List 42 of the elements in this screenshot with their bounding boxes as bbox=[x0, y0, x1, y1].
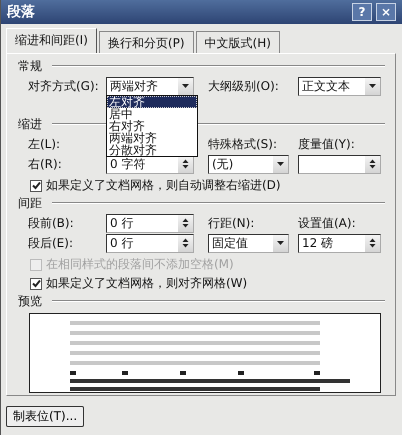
spin-field[interactable]: 0 行 bbox=[106, 214, 194, 232]
dropdown-option[interactable]: 左对齐 bbox=[107, 96, 197, 108]
dropdown-option[interactable]: 两端对齐 bbox=[107, 132, 197, 144]
dropdown-field[interactable]: 固定值 bbox=[208, 234, 289, 252]
close-button[interactable]: × bbox=[376, 3, 396, 21]
spin-arrows-icon[interactable] bbox=[178, 214, 193, 232]
dropdown-field[interactable]: 正文文本 bbox=[298, 76, 381, 96]
tab[interactable]: 换行和分页(P) bbox=[98, 31, 194, 53]
section-title: 预览 bbox=[18, 292, 42, 310]
tab[interactable]: 中文版式(H) bbox=[196, 31, 280, 53]
section-title: 常规 bbox=[18, 58, 42, 74]
spin-field[interactable]: 0 行 bbox=[106, 234, 194, 252]
spin-field[interactable]: 12 磅 bbox=[298, 234, 381, 252]
field-label: 度量值(Y): bbox=[298, 136, 356, 152]
spin-field[interactable] bbox=[298, 154, 381, 174]
field-label: 行距(N): bbox=[208, 214, 256, 232]
field-label: 段后(E): bbox=[28, 234, 74, 252]
spin-arrows-icon[interactable] bbox=[178, 234, 193, 252]
tabs-button[interactable]: 制表位(T)... bbox=[6, 406, 84, 427]
field-label: 特殊格式(S): bbox=[208, 136, 278, 152]
checkbox-label: 如果定义了文档网格，则对齐网格(W) bbox=[46, 275, 248, 292]
dropdown-field[interactable]: (无) bbox=[208, 154, 289, 174]
section-title: 间距 bbox=[18, 194, 42, 212]
field-label: 设置值(A): bbox=[298, 214, 357, 232]
spin-arrows-icon[interactable] bbox=[365, 156, 380, 172]
field-label: 左(L): bbox=[28, 136, 62, 152]
tab[interactable]: 缩进和间距(I) bbox=[6, 28, 97, 53]
dropdown-option[interactable]: 分散对齐 bbox=[107, 144, 197, 156]
field-label: 段前(B): bbox=[28, 214, 75, 232]
checkbox[interactable] bbox=[30, 180, 42, 192]
section-title: 缩进 bbox=[18, 116, 42, 132]
window-title: 段落 bbox=[7, 3, 35, 21]
checkbox-label: 如果定义了文档网格，则自动调整右缩进(D) bbox=[46, 177, 281, 194]
field-label: 右(R): bbox=[28, 156, 63, 172]
dropdown-option[interactable]: 居中 bbox=[107, 108, 197, 120]
dropdown-option[interactable]: 右对齐 bbox=[107, 120, 197, 132]
spin-arrows-icon[interactable] bbox=[365, 234, 380, 252]
help-button[interactable]: ? bbox=[352, 3, 372, 21]
checkbox[interactable] bbox=[30, 278, 42, 290]
field-label: 对齐方式(G): bbox=[28, 78, 100, 94]
checkbox-label: 在相同样式的段落间不添加空格(M) bbox=[46, 256, 234, 273]
field-label: 大纲级别(O): bbox=[208, 78, 280, 94]
